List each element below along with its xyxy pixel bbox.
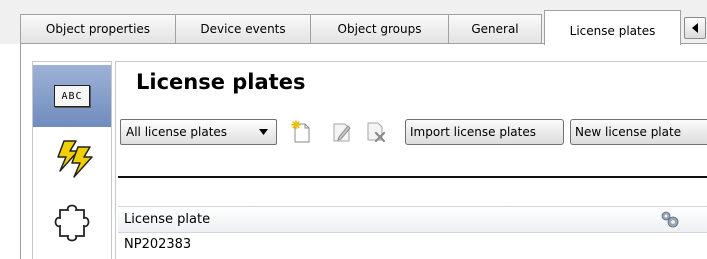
delete-document-icon — [367, 122, 386, 143]
tab-object-groups[interactable]: Object groups — [310, 14, 449, 43]
grid-settings-icon — [661, 211, 679, 228]
triangle-left-icon — [692, 23, 698, 33]
toolbar-separator — [118, 176, 707, 178]
sidebar-item-license-plates[interactable]: ABC — [33, 65, 111, 127]
sidebar-item-plugins[interactable] — [33, 190, 111, 252]
edit-document-icon — [333, 123, 351, 142]
page-title: License plates — [136, 70, 306, 94]
sidebar: ABC — [32, 61, 112, 259]
tab-object-properties[interactable]: Object properties — [20, 14, 176, 43]
tab-strip: Object properties Device events Object g… — [0, 0, 707, 45]
grid-settings-button[interactable] — [660, 210, 680, 234]
tab-license-plates[interactable]: License plates — [544, 10, 681, 45]
edit-license-plate-button[interactable] — [329, 119, 355, 145]
new-document-icon — [291, 120, 310, 143]
license-plate-cell: NP202383 — [124, 237, 192, 252]
license-plate-abc-icon: ABC — [54, 85, 90, 107]
grid-header: License plate — [118, 206, 707, 233]
filter-selected-value: All license plates — [126, 125, 228, 139]
chevron-down-icon — [259, 129, 268, 135]
column-header-license-plate[interactable]: License plate — [124, 212, 210, 227]
delete-license-plate-button[interactable] — [363, 119, 389, 145]
puzzle-piece-icon — [54, 204, 90, 242]
import-license-plates-button[interactable]: Import license plates — [405, 119, 564, 145]
tab-scroll-left-button[interactable] — [684, 17, 706, 39]
tab-general[interactable]: General — [448, 14, 542, 43]
tab-device-events[interactable]: Device events — [175, 14, 311, 43]
new-license-plate-button[interactable]: New license plate — [570, 119, 707, 145]
lightning-bolts-icon — [57, 140, 93, 178]
sidebar-item-events[interactable] — [33, 128, 111, 190]
table-row[interactable]: NP202383 — [118, 233, 707, 259]
add-license-plate-button[interactable] — [288, 119, 314, 145]
license-plate-filter-dropdown[interactable]: All license plates — [120, 119, 277, 145]
